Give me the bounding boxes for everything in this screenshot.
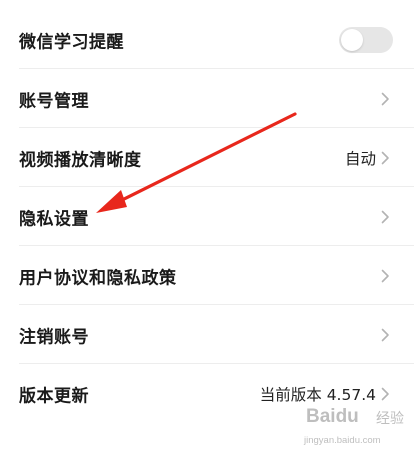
cancel-account-label: 注销账号 bbox=[19, 327, 89, 347]
account-management-row[interactable]: 账号管理 bbox=[0, 69, 414, 128]
privacy-settings-row[interactable]: 隐私设置 bbox=[0, 187, 414, 246]
wechat-reminder-label: 微信学习提醒 bbox=[19, 32, 124, 52]
chevron-right-icon bbox=[381, 387, 390, 401]
video-quality-row[interactable]: 视频播放清晰度 自动 bbox=[0, 128, 414, 187]
user-agreement-row[interactable]: 用户协议和隐私政策 bbox=[0, 246, 414, 305]
account-management-label: 账号管理 bbox=[19, 91, 89, 111]
cancel-account-row[interactable]: 注销账号 bbox=[0, 305, 414, 364]
video-quality-label: 视频播放清晰度 bbox=[19, 150, 142, 170]
user-agreement-label: 用户协议和隐私政策 bbox=[19, 268, 177, 288]
chevron-right-icon bbox=[381, 151, 390, 165]
privacy-settings-label: 隐私设置 bbox=[19, 209, 89, 229]
wechat-reminder-toggle[interactable] bbox=[339, 26, 393, 53]
wechat-reminder-row: 微信学习提醒 bbox=[0, 10, 414, 69]
toggle-knob bbox=[341, 28, 363, 51]
watermark-url: jingyan.baidu.com bbox=[304, 435, 381, 446]
chevron-right-icon bbox=[381, 92, 390, 106]
current-version-value: 当前版本 4.57.4 bbox=[259, 385, 376, 404]
version-update-row[interactable]: 版本更新 当前版本 4.57.4 bbox=[0, 364, 414, 423]
chevron-right-icon bbox=[381, 210, 390, 224]
chevron-right-icon bbox=[381, 328, 390, 342]
version-update-label: 版本更新 bbox=[19, 386, 89, 406]
chevron-right-icon bbox=[381, 269, 390, 283]
video-quality-value: 自动 bbox=[344, 149, 376, 168]
